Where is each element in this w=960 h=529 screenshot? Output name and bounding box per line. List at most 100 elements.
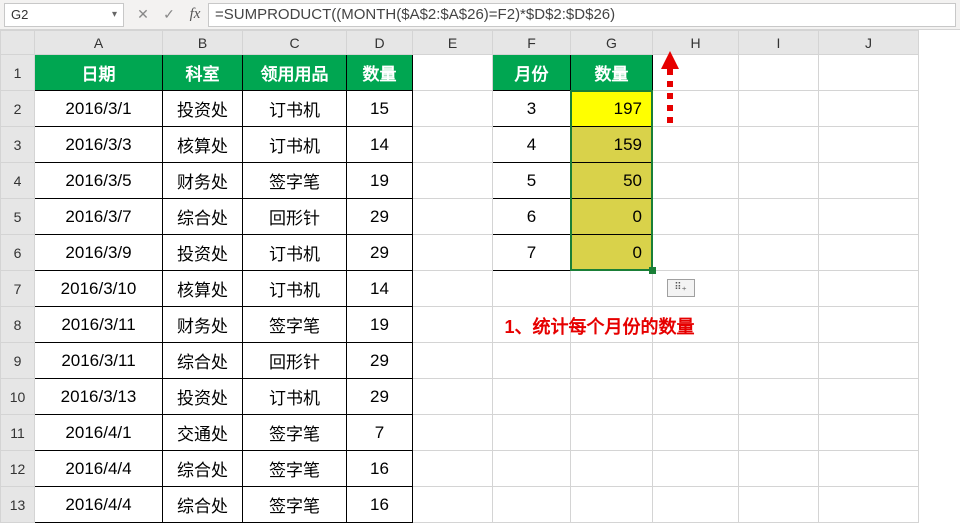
cell-D12[interactable]: 16	[347, 451, 413, 487]
cell-B12[interactable]: 综合处	[163, 451, 243, 487]
row-header-13[interactable]: 13	[1, 487, 35, 523]
cell-H12[interactable]	[653, 451, 739, 487]
cell-E6[interactable]	[413, 235, 493, 271]
cell-A4[interactable]: 2016/3/5	[35, 163, 163, 199]
cell-E2[interactable]	[413, 91, 493, 127]
cell-A7[interactable]: 2016/3/10	[35, 271, 163, 307]
row-header-6[interactable]: 6	[1, 235, 35, 271]
cell-D1[interactable]: 数量	[347, 55, 413, 91]
cell-H2[interactable]	[653, 91, 739, 127]
cell-H13[interactable]	[653, 487, 739, 523]
cell-D9[interactable]: 29	[347, 343, 413, 379]
cell-I6[interactable]	[739, 235, 819, 271]
col-header-A[interactable]: A	[35, 31, 163, 55]
row-header-8[interactable]: 8	[1, 307, 35, 343]
fx-icon[interactable]: fx	[182, 3, 208, 27]
cell-B5[interactable]: 综合处	[163, 199, 243, 235]
autofill-options-button[interactable]: ⠿₊	[667, 279, 695, 297]
cell-H3[interactable]	[653, 127, 739, 163]
cell-A2[interactable]: 2016/3/1	[35, 91, 163, 127]
cell-G4[interactable]: 50	[571, 163, 653, 199]
cell-I7[interactable]	[739, 271, 819, 307]
cell-B7[interactable]: 核算处	[163, 271, 243, 307]
cell-E1[interactable]	[413, 55, 493, 91]
cell-B4[interactable]: 财务处	[163, 163, 243, 199]
spreadsheet[interactable]: A B C D E F G H I J 1日期科室领用用品数量月份数量22016…	[0, 30, 960, 523]
cell-J2[interactable]	[819, 91, 919, 127]
cell-D10[interactable]: 29	[347, 379, 413, 415]
cell-A10[interactable]: 2016/3/13	[35, 379, 163, 415]
col-header-I[interactable]: I	[739, 31, 819, 55]
cell-G6[interactable]: 0	[571, 235, 653, 271]
cell-I3[interactable]	[739, 127, 819, 163]
cell-B8[interactable]: 财务处	[163, 307, 243, 343]
cell-G3[interactable]: 159	[571, 127, 653, 163]
row-header-10[interactable]: 10	[1, 379, 35, 415]
cell-E3[interactable]	[413, 127, 493, 163]
cell-E11[interactable]	[413, 415, 493, 451]
cell-H11[interactable]	[653, 415, 739, 451]
row-header-3[interactable]: 3	[1, 127, 35, 163]
row-header-7[interactable]: 7	[1, 271, 35, 307]
cell-G11[interactable]	[571, 415, 653, 451]
cell-D2[interactable]: 15	[347, 91, 413, 127]
cell-C9[interactable]: 回形针	[243, 343, 347, 379]
cell-H4[interactable]	[653, 163, 739, 199]
cell-C6[interactable]: 订书机	[243, 235, 347, 271]
cell-J12[interactable]	[819, 451, 919, 487]
row-header-2[interactable]: 2	[1, 91, 35, 127]
select-all-corner[interactable]	[1, 31, 35, 55]
cell-C4[interactable]: 签字笔	[243, 163, 347, 199]
cell-E9[interactable]	[413, 343, 493, 379]
cell-B10[interactable]: 投资处	[163, 379, 243, 415]
cell-A3[interactable]: 2016/3/3	[35, 127, 163, 163]
cell-H6[interactable]	[653, 235, 739, 271]
col-header-H[interactable]: H	[653, 31, 739, 55]
cell-A12[interactable]: 2016/4/4	[35, 451, 163, 487]
cell-F2[interactable]: 3	[493, 91, 571, 127]
cell-A5[interactable]: 2016/3/7	[35, 199, 163, 235]
cell-E4[interactable]	[413, 163, 493, 199]
cell-A9[interactable]: 2016/3/11	[35, 343, 163, 379]
cell-C7[interactable]: 订书机	[243, 271, 347, 307]
cell-E7[interactable]	[413, 271, 493, 307]
row-header-11[interactable]: 11	[1, 415, 35, 451]
cell-F3[interactable]: 4	[493, 127, 571, 163]
col-header-F[interactable]: F	[493, 31, 571, 55]
cell-D3[interactable]: 14	[347, 127, 413, 163]
row-header-4[interactable]: 4	[1, 163, 35, 199]
cell-C10[interactable]: 订书机	[243, 379, 347, 415]
col-header-D[interactable]: D	[347, 31, 413, 55]
cell-I4[interactable]	[739, 163, 819, 199]
cell-H10[interactable]	[653, 379, 739, 415]
cell-E13[interactable]	[413, 487, 493, 523]
cell-J10[interactable]	[819, 379, 919, 415]
cell-F12[interactable]	[493, 451, 571, 487]
cell-I2[interactable]	[739, 91, 819, 127]
cell-C1[interactable]: 领用用品	[243, 55, 347, 91]
cell-I5[interactable]	[739, 199, 819, 235]
cell-D5[interactable]: 29	[347, 199, 413, 235]
col-header-J[interactable]: J	[819, 31, 919, 55]
cell-H9[interactable]	[653, 343, 739, 379]
cell-J13[interactable]	[819, 487, 919, 523]
cell-J3[interactable]	[819, 127, 919, 163]
cell-F5[interactable]: 6	[493, 199, 571, 235]
cell-J1[interactable]	[819, 55, 919, 91]
col-header-G[interactable]: G	[571, 31, 653, 55]
row-header-9[interactable]: 9	[1, 343, 35, 379]
cell-F9[interactable]	[493, 343, 571, 379]
cell-B6[interactable]: 投资处	[163, 235, 243, 271]
cell-C13[interactable]: 签字笔	[243, 487, 347, 523]
cell-C8[interactable]: 签字笔	[243, 307, 347, 343]
cell-B1[interactable]: 科室	[163, 55, 243, 91]
cell-F13[interactable]	[493, 487, 571, 523]
cell-F11[interactable]	[493, 415, 571, 451]
col-header-B[interactable]: B	[163, 31, 243, 55]
cell-J7[interactable]	[819, 271, 919, 307]
cell-C5[interactable]: 回形针	[243, 199, 347, 235]
cell-E5[interactable]	[413, 199, 493, 235]
cell-B9[interactable]: 综合处	[163, 343, 243, 379]
cell-H5[interactable]	[653, 199, 739, 235]
cell-J8[interactable]	[819, 307, 919, 343]
